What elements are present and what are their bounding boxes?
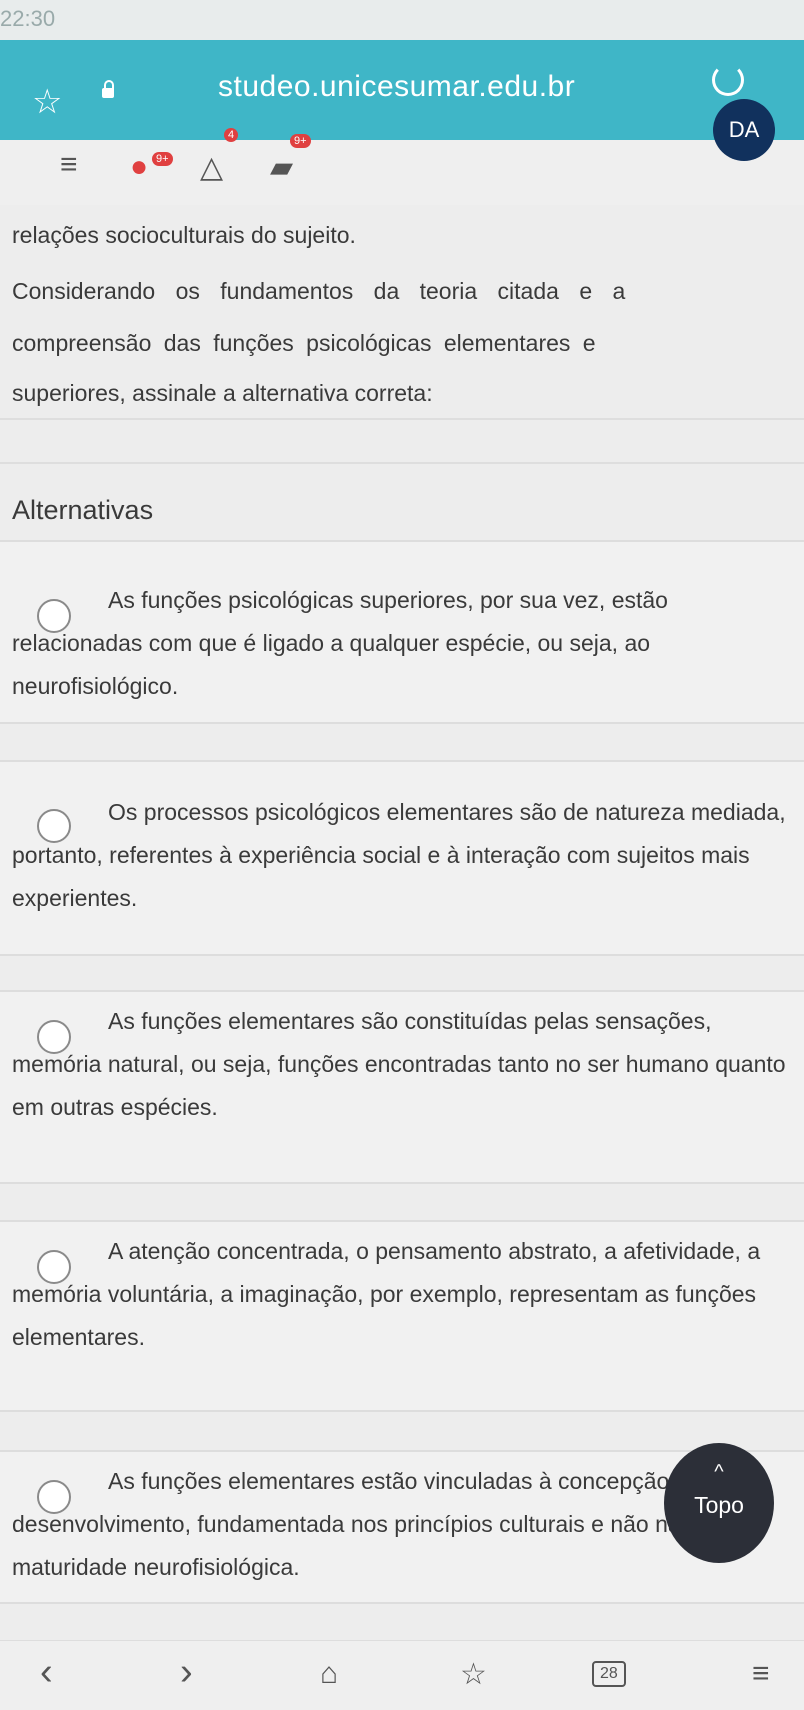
forward-icon[interactable]: › [180, 1651, 193, 1694]
question-prompt-line-2: compreensão das funções psicológicas ele… [12, 330, 596, 356]
alternatives-heading: Alternativas [12, 495, 154, 525]
notification-badge: 4 [224, 128, 239, 142]
document-badge: 9+ [290, 134, 311, 148]
browser-bottom-nav: ‹ › ⌂ ☆ 28 ≡ [0, 1640, 804, 1710]
status-bar: 22:30 [0, 0, 804, 40]
divider [0, 418, 804, 420]
chevron-up-icon: ^ [714, 1461, 724, 1483]
back-to-top-label: Topo [694, 1492, 744, 1518]
question-prompt-line-3: superiores, assinale a alternativa corre… [12, 380, 433, 406]
document-icon[interactable]: ▰ [270, 150, 293, 185]
overflow-menu-icon[interactable]: ≡ [752, 1657, 770, 1691]
app-top-bar [0, 140, 804, 205]
chat-icon[interactable]: ● [130, 150, 148, 184]
reload-icon[interactable] [712, 64, 744, 96]
status-time: 22:30 [0, 6, 56, 31]
home-icon[interactable]: ⌂ [320, 1657, 338, 1691]
menu-icon[interactable]: ≡ [60, 148, 78, 182]
question-prompt-line-1: Considerando os fundamentos da teoria ci… [12, 278, 626, 304]
alternative-text: As funções psicológicas superiores, por … [12, 587, 668, 699]
alternative-text: As funções elementares são constituídas … [12, 1008, 786, 1120]
bookmark-star-icon[interactable]: ☆ [32, 82, 62, 122]
user-avatar[interactable]: DA [713, 99, 775, 161]
lock-icon [102, 80, 114, 98]
divider [0, 462, 804, 464]
alternative-text: Os processos psicológicos elementares sã… [12, 799, 786, 911]
tabs-icon[interactable]: 28 [592, 1661, 626, 1687]
back-icon[interactable]: ‹ [40, 1651, 53, 1694]
alternative-option-b[interactable]: Os processos psicológicos elementares sã… [0, 760, 804, 956]
bell-icon[interactable]: △ [200, 150, 223, 185]
alternative-option-d[interactable]: A atenção concentrada, o pensamento abst… [0, 1220, 804, 1412]
alternative-option-c[interactable]: As funções elementares são constituídas … [0, 990, 804, 1184]
question-partial-line: relações socioculturais do sujeito. [12, 222, 356, 248]
url-text[interactable]: studeo.unicesumar.edu.br [218, 70, 575, 104]
alternative-text: A atenção concentrada, o pensamento abst… [12, 1238, 761, 1350]
chat-badge: 9+ [152, 152, 173, 166]
back-to-top-button[interactable]: ^ Topo [664, 1443, 774, 1563]
bookmarks-icon[interactable]: ☆ [460, 1657, 487, 1692]
browser-url-bar: ☆ studeo.unicesumar.edu.br [0, 40, 804, 140]
alternative-option-a[interactable]: As funções psicológicas superiores, por … [0, 540, 804, 724]
